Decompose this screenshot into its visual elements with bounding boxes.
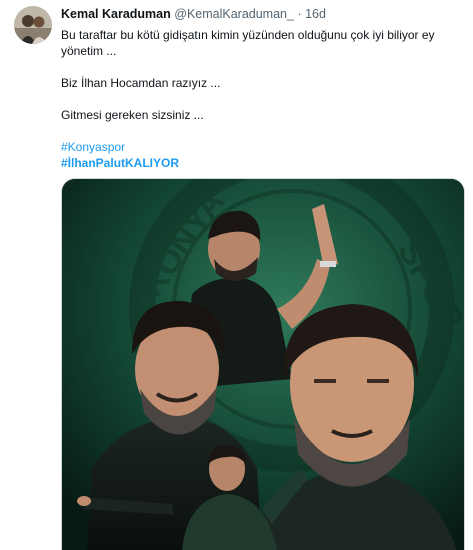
tweet-media-image[interactable]: KONYA SPOR xyxy=(61,178,465,550)
timestamp[interactable]: 16d xyxy=(305,7,326,21)
hashtag-link-ilhanpalutkaliyor[interactable]: #İlhanPalutKALIYOR xyxy=(61,156,179,170)
tweet-line: Gitmesi gereken sizsiniz ... xyxy=(61,108,204,122)
tweet-line: Bu taraftar bu kötü gidişatın kimin yüzü… xyxy=(61,28,435,58)
hashtag-link-konyaspor[interactable]: #Konyaspor xyxy=(61,140,125,154)
tweet-line: Biz İlhan Hocamdan razıyız ... xyxy=(61,76,221,90)
separator: · xyxy=(297,7,302,21)
avatar-image xyxy=(14,6,52,44)
tweet[interactable]: Kemal Karaduman @KemalKaraduman_ · 16d B… xyxy=(0,0,473,550)
media-photo: KONYA SPOR xyxy=(62,179,464,550)
tweet-text: Bu taraftar bu kötü gidişatın kimin yüzü… xyxy=(61,27,456,171)
author-name[interactable]: Kemal Karaduman xyxy=(61,7,171,21)
avatar[interactable] xyxy=(14,6,52,44)
author-handle[interactable]: @KemalKaraduman_ xyxy=(174,7,294,21)
tweet-header: Kemal Karaduman @KemalKaraduman_ · 16d xyxy=(61,7,326,21)
